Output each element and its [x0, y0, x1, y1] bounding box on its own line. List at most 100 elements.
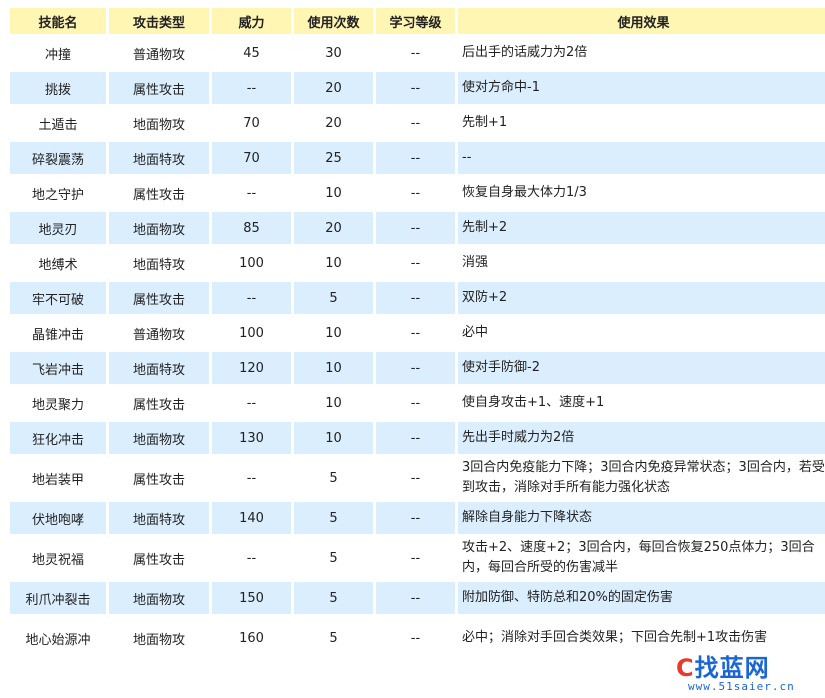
- cell-skill-name: 牢不可破: [10, 282, 106, 314]
- cell-skill-name: 碎裂震荡: [10, 142, 106, 174]
- cell-learn-level: --: [376, 457, 455, 499]
- cell-power: 130: [212, 422, 291, 454]
- cell-skill-name: 地心始源冲: [10, 617, 106, 659]
- cell-attack-type: 地面特攻: [109, 247, 209, 279]
- cell-attack-type: 地面物攻: [109, 422, 209, 454]
- cell-effect: 攻击+2、速度+2；3回合内，每回合恢复250点体力；3回合内，每回合所受的伤害…: [458, 537, 825, 579]
- cell-learn-level: --: [376, 177, 455, 209]
- cell-learn-level: --: [376, 582, 455, 614]
- cell-skill-name: 地岩装甲: [10, 457, 106, 499]
- cell-learn-level: --: [376, 537, 455, 579]
- cell-effect: 后出手的话威力为2倍: [458, 37, 825, 69]
- cell-power: 140: [212, 502, 291, 534]
- col-header-use-count: 使用次数: [294, 8, 373, 34]
- cell-attack-type: 地面物攻: [109, 617, 209, 659]
- cell-attack-type: 普通物攻: [109, 37, 209, 69]
- cell-use-count: 30: [294, 37, 373, 69]
- table-row: 土遁击 地面物攻 70 20 -- 先制+1: [10, 107, 825, 139]
- cell-effect: 必中: [458, 317, 825, 349]
- cell-attack-type: 属性攻击: [109, 387, 209, 419]
- cell-power: --: [212, 537, 291, 579]
- cell-use-count: 10: [294, 387, 373, 419]
- cell-effect: 先制+2: [458, 212, 825, 244]
- cell-attack-type: 地面物攻: [109, 212, 209, 244]
- cell-skill-name: 冲撞: [10, 37, 106, 69]
- cell-use-count: 5: [294, 457, 373, 499]
- cell-use-count: 5: [294, 502, 373, 534]
- cell-power: 70: [212, 107, 291, 139]
- cell-learn-level: --: [376, 37, 455, 69]
- table-row: 地岩装甲 属性攻击 -- 5 -- 3回合内免疫能力下降；3回合内免疫异常状态；3回合内，…: [10, 457, 825, 499]
- cell-skill-name: 土遁击: [10, 107, 106, 139]
- table-row: 牢不可破 属性攻击 -- 5 -- 双防+2: [10, 282, 825, 314]
- table-row: 飞岩冲击 地面特攻 120 10 -- 使对手防御-2: [10, 352, 825, 384]
- cell-attack-type: 地面物攻: [109, 107, 209, 139]
- cell-attack-type: 普通物攻: [109, 317, 209, 349]
- cell-skill-name: 地灵聚力: [10, 387, 106, 419]
- table-row: 碎裂震荡 地面特攻 70 25 -- --: [10, 142, 825, 174]
- cell-learn-level: --: [376, 247, 455, 279]
- cell-learn-level: --: [376, 212, 455, 244]
- cell-effect: 解除自身能力下降状态: [458, 502, 825, 534]
- cell-power: 120: [212, 352, 291, 384]
- cell-use-count: 5: [294, 282, 373, 314]
- cell-use-count: 20: [294, 107, 373, 139]
- cell-use-count: 10: [294, 317, 373, 349]
- cell-effect: 使对方命中-1: [458, 72, 825, 104]
- col-header-attack-type: 攻击类型: [109, 8, 209, 34]
- cell-power: 160: [212, 617, 291, 659]
- table-row: 地缚术 地面特攻 100 10 -- 消强: [10, 247, 825, 279]
- col-header-learn-level: 学习等级: [376, 8, 455, 34]
- cell-attack-type: 地面特攻: [109, 142, 209, 174]
- cell-skill-name: 飞岩冲击: [10, 352, 106, 384]
- cell-attack-type: 地面特攻: [109, 352, 209, 384]
- table-row: 利爪冲裂击 地面物攻 150 5 -- 附加防御、特防总和20%的固定伤害: [10, 582, 825, 614]
- cell-skill-name: 利爪冲裂击: [10, 582, 106, 614]
- cell-learn-level: --: [376, 352, 455, 384]
- cell-attack-type: 属性攻击: [109, 177, 209, 209]
- table-row: 地心始源冲 地面物攻 160 5 -- 必中；消除对手回合类效果；下回合先制+1攻击伤害: [10, 617, 825, 659]
- cell-power: --: [212, 282, 291, 314]
- cell-learn-level: --: [376, 142, 455, 174]
- cell-power: 45: [212, 37, 291, 69]
- watermark-url: www.51saier.cn: [688, 680, 795, 693]
- skill-table: 技能名 攻击类型 威力 使用次数 学习等级 使用效果 冲撞 普通物攻 45 30 -- 后…: [7, 5, 825, 662]
- cell-skill-name: 晶锥冲击: [10, 317, 106, 349]
- cell-skill-name: 地灵刃: [10, 212, 106, 244]
- cell-learn-level: --: [376, 617, 455, 659]
- cell-attack-type: 属性攻击: [109, 282, 209, 314]
- cell-use-count: 10: [294, 422, 373, 454]
- col-header-skill-name: 技能名: [10, 8, 106, 34]
- skill-table-body: 冲撞 普通物攻 45 30 -- 后出手的话威力为2倍 挑拨 属性攻击 -- 20 -- 使对方命中-…: [10, 37, 825, 659]
- cell-skill-name: 地缚术: [10, 247, 106, 279]
- cell-learn-level: --: [376, 107, 455, 139]
- table-row: 冲撞 普通物攻 45 30 -- 后出手的话威力为2倍: [10, 37, 825, 69]
- cell-use-count: 25: [294, 142, 373, 174]
- table-row: 地灵刃 地面物攻 85 20 -- 先制+2: [10, 212, 825, 244]
- cell-effect: 消强: [458, 247, 825, 279]
- cell-power: 150: [212, 582, 291, 614]
- cell-effect: 使对手防御-2: [458, 352, 825, 384]
- cell-power: 100: [212, 317, 291, 349]
- cell-power: --: [212, 387, 291, 419]
- cell-learn-level: --: [376, 422, 455, 454]
- header-row: 技能名 攻击类型 威力 使用次数 学习等级 使用效果: [10, 8, 825, 34]
- table-row: 地灵祝福 属性攻击 -- 5 -- 攻击+2、速度+2；3回合内，每回合恢复250点体力；…: [10, 537, 825, 579]
- cell-power: --: [212, 72, 291, 104]
- cell-skill-name: 伏地咆哮: [10, 502, 106, 534]
- cell-effect: 附加防御、特防总和20%的固定伤害: [458, 582, 825, 614]
- cell-power: --: [212, 177, 291, 209]
- cell-effect: 3回合内免疫能力下降；3回合内免疫异常状态；3回合内，若受到攻击，消除对手所有能…: [458, 457, 825, 499]
- cell-effect: 恢复自身最大体力1/3: [458, 177, 825, 209]
- cell-effect: 双防+2: [458, 282, 825, 314]
- cell-skill-name: 挑拨: [10, 72, 106, 104]
- table-row: 伏地咆哮 地面特攻 140 5 -- 解除自身能力下降状态: [10, 502, 825, 534]
- table-row: 狂化冲击 地面物攻 130 10 -- 先出手时威力为2倍: [10, 422, 825, 454]
- cell-power: --: [212, 457, 291, 499]
- cell-skill-name: 狂化冲击: [10, 422, 106, 454]
- cell-use-count: 20: [294, 72, 373, 104]
- col-header-effect: 使用效果: [458, 8, 825, 34]
- table-row: 地灵聚力 属性攻击 -- 10 -- 使自身攻击+1、速度+1: [10, 387, 825, 419]
- cell-use-count: 5: [294, 537, 373, 579]
- cell-use-count: 5: [294, 582, 373, 614]
